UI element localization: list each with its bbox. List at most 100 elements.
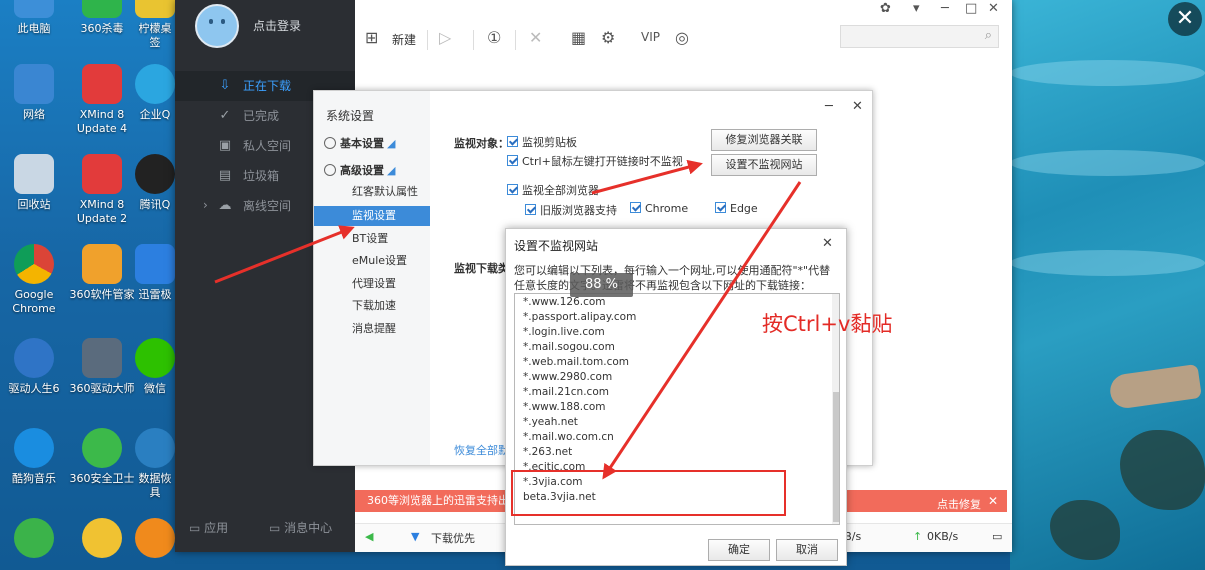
category-basic[interactable]: 基本设置 ◢ [324,135,395,151]
delete-icon[interactable]: ✕ [529,28,542,47]
grid-view-icon[interactable]: ▦ [571,28,586,47]
lock-icon[interactable]: ◎ [675,28,689,47]
gear-icon[interactable]: ⚙ [601,28,615,47]
desktop-icon-360-software[interactable]: 360软件管家 [68,244,136,302]
list-item: *.mail.21cn.com [523,386,609,398]
list-item: *.www.126.com [523,296,606,308]
fix-link[interactable]: 点击修复 [937,496,981,512]
desktop-icon-recycle-bin[interactable]: 回收站 [4,154,64,212]
lock-icon: ▣ [218,138,232,153]
search-input[interactable]: ⌕ [840,25,999,48]
xmind-icon [82,154,122,194]
desktop-icon-partial[interactable] [72,518,132,562]
message-icon: ▭ [269,521,281,535]
minimize-icon[interactable]: ─ [825,99,833,114]
wallpaper-wave [1010,60,1205,86]
restore-defaults-link[interactable]: 恢复全部默 [454,442,509,458]
desktop-icon-xmind-2[interactable]: XMind 8 Update 2 [72,154,132,226]
ctrl-click-checkbox[interactable]: Ctrl+鼠标左键打开链接时不监视 [507,153,683,169]
skin-icon[interactable]: ✿ [880,1,891,16]
chrome-checkbox[interactable]: Chrome [630,202,688,215]
close-icon[interactable]: ✕ [988,1,999,16]
globe-icon [135,428,175,468]
shield-plus-icon [82,428,122,468]
close-icon[interactable]: ✕ [822,236,833,251]
desktop-icon-360-driver[interactable]: 360驱动大师 [68,338,136,396]
start-icon[interactable]: ▷ [439,28,451,47]
sub-monitor-settings[interactable]: 监视设置 [314,206,430,226]
desktop-icon-xmind-4[interactable]: XMind 8 Update 4 [72,64,132,136]
desktop-icon-kugou[interactable]: 酷狗音乐 [4,428,64,486]
desktop-icon-enterprise[interactable]: 企业Q [130,64,180,122]
sub-default-attributes[interactable]: 红客默认属性 [314,182,430,202]
scrollbar-thumb[interactable] [833,392,839,522]
desktop-icon-driver-genius[interactable]: 驱动人生6 [4,338,64,396]
desktop-icon-chrome[interactable]: Google Chrome [4,244,64,316]
no-monitor-sites-button[interactable]: 设置不监视网站 [711,154,817,176]
ok-button[interactable]: 确定 [708,539,770,561]
old-browser-checkbox[interactable]: 旧版浏览器支持 [525,202,617,218]
up-speed: 0KB/s [927,530,959,543]
desktop-icon-lemon[interactable]: 柠檬桌 签 [130,0,180,50]
list-item: *.yeah.net [523,416,578,428]
sub-download-boost[interactable]: 下载加速 [314,296,430,316]
all-browsers-checkbox[interactable]: 监视全部浏览器 [507,182,599,198]
gear-icon [324,137,336,149]
cancel-button[interactable]: 取消 [776,539,838,561]
maximize-icon[interactable]: □ [965,1,977,16]
desktop-icon-xunlei[interactable]: 迅雷极 [130,244,180,302]
pause-icon[interactable]: ① [487,28,501,47]
close-icon[interactable]: ✕ [852,99,863,114]
desktop-icon-this-pc[interactable]: 此电脑 [4,0,64,36]
list-item: *.mail.sogou.com [523,341,615,353]
toolbar-divider [427,30,428,50]
clipboard-checkbox[interactable]: 监视剪贴板 [507,134,577,150]
download-priority-button[interactable]: 下载优先 [431,530,475,546]
new-task-icon[interactable]: ⊞ [365,28,378,47]
download-icon: ⇩ [219,78,231,93]
sub-bt-settings[interactable]: BT设置 [314,229,430,249]
list-item: *.mail.wo.com.cn [523,431,614,443]
kugou-icon [14,428,54,468]
search-icon: ⌕ [984,28,992,43]
sub-proxy-settings[interactable]: 代理设置 [314,274,430,294]
settings-icon[interactable]: ▭ [992,530,1002,543]
repair-browser-button[interactable]: 修复浏览器关联 [711,129,817,151]
monitor-download-label: 监视下载类 [454,262,509,275]
software-manager-icon [82,244,122,284]
menu-icon[interactable]: ▾ [913,1,920,16]
close-icon[interactable]: ✕ [1168,2,1202,36]
collapse-icon[interactable]: ◀ [365,530,373,543]
login-link[interactable]: 点击登录 [253,17,301,34]
desktop-icon-partial[interactable] [130,518,180,562]
message-center-button[interactable]: ▭ 消息中心 [269,519,332,536]
desktop-icon-data-recovery[interactable]: 数据恢 具 [130,428,180,500]
vip-icon[interactable]: VIP [641,30,660,44]
sub-message-alerts[interactable]: 消息提醒 [314,319,430,339]
list-item: *.www.2980.com [523,371,613,383]
xunlei-bird-icon [135,244,175,284]
avatar[interactable] [195,4,239,48]
app-icon [82,518,122,558]
desktop-icon-360-antivirus[interactable]: 360杀毒 [72,0,132,36]
chevron-icon: ◢ [387,137,396,150]
close-icon[interactable]: ✕ [988,494,998,508]
minimize-icon[interactable]: ─ [941,1,949,16]
category-advanced[interactable]: 高级设置 ◢ [324,162,395,178]
edge-checkbox[interactable]: Edge [715,202,758,215]
gear-icon [14,338,54,378]
desktop-icon-tencent-qq[interactable]: 腾讯Q [130,154,180,212]
list-item: *.passport.alipay.com [523,311,637,323]
checkbox-checked [507,155,518,166]
checkbox-checked [630,202,641,213]
qq-penguin-icon [135,154,175,194]
desktop-icon-partial[interactable] [4,518,64,562]
desktop-icon-network[interactable]: 网络 [4,64,64,122]
desktop-icon-360-safe[interactable]: 360安全卫士 [68,428,136,486]
desktop-icon-wechat[interactable]: 微信 [130,338,180,396]
lemon-icon [135,0,175,18]
apps-button[interactable]: ▭ 应用 [189,519,228,536]
new-task-button[interactable]: 新建 [392,31,416,48]
computer-icon [14,0,54,18]
sub-emule-settings[interactable]: eMule设置 [314,251,430,271]
